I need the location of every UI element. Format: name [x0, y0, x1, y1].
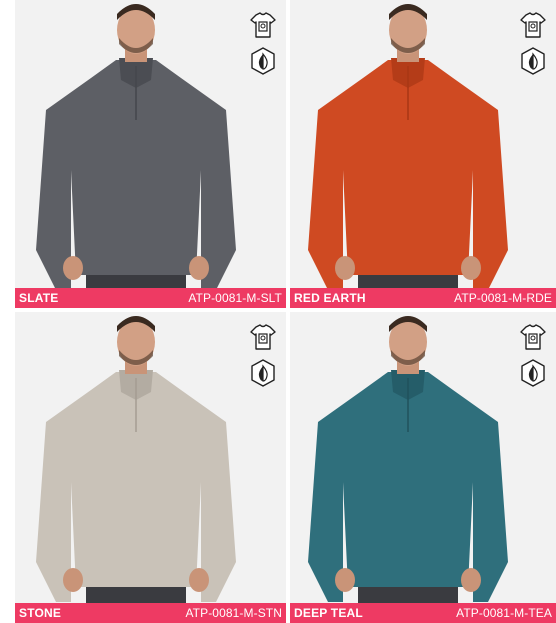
moisture-shield-icon	[521, 359, 545, 387]
moisture-shield-icon	[251, 47, 275, 75]
model-image	[308, 316, 508, 612]
product-label-bar: SLATE ATP-0081-M-SLT	[15, 288, 286, 308]
product-card[interactable]: RED EARTH ATP-0081-M-RDE	[290, 0, 556, 308]
color-name: RED EARTH	[294, 291, 366, 305]
product-label-bar: STONE ATP-0081-M-STN	[15, 603, 286, 623]
model-image	[35, 4, 236, 300]
feature-badges	[246, 322, 280, 394]
product-label-bar: RED EARTH ATP-0081-M-RDE	[290, 288, 556, 308]
sku-code: ATP-0081-M-RDE	[454, 291, 552, 305]
moisture-shield-icon	[521, 47, 545, 75]
moisture-shield-icon	[251, 359, 275, 387]
product-label-bar: DEEP TEAL ATP-0081-M-TEA	[290, 603, 556, 623]
shirt-print-icon	[250, 12, 276, 38]
product-card[interactable]: SLATE ATP-0081-M-SLT	[15, 0, 286, 308]
product-grid: SLATE ATP-0081-M-SLT RED EARTH ATP-0081-…	[0, 0, 556, 623]
product-card[interactable]: STONE ATP-0081-M-STN	[15, 312, 286, 623]
shirt-print-icon	[520, 12, 546, 38]
shirt-print-icon	[520, 324, 546, 350]
model-image	[308, 4, 508, 300]
color-name: DEEP TEAL	[294, 606, 363, 620]
product-card[interactable]: DEEP TEAL ATP-0081-M-TEA	[290, 312, 556, 623]
sku-code: ATP-0081-M-TEA	[456, 606, 552, 620]
feature-badges	[246, 10, 280, 82]
feature-badges	[516, 322, 550, 394]
color-name: STONE	[19, 606, 62, 620]
sku-code: ATP-0081-M-STN	[185, 606, 282, 620]
color-name: SLATE	[19, 291, 59, 305]
feature-badges	[516, 10, 550, 82]
model-image	[35, 316, 236, 612]
sku-code: ATP-0081-M-SLT	[188, 291, 282, 305]
shirt-print-icon	[250, 324, 276, 350]
